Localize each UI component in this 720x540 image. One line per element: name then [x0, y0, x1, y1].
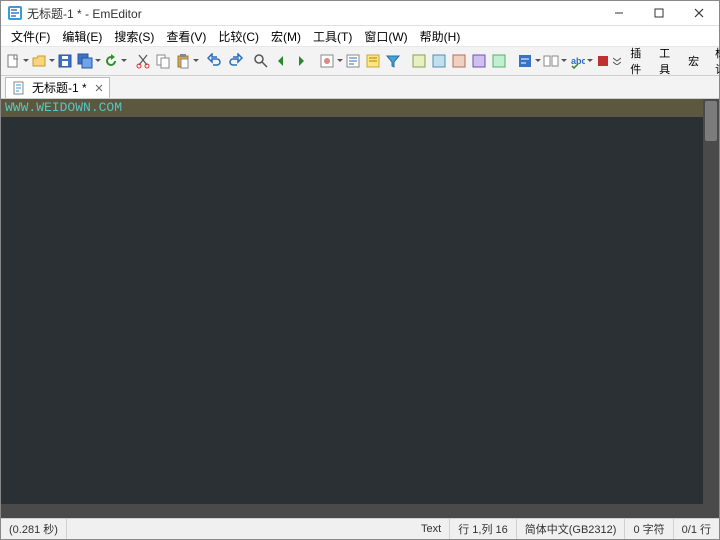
reload-dropdown[interactable] — [121, 59, 127, 63]
horizontal-scrollbar[interactable] — [1, 504, 719, 518]
status-time: (0.281 秒) — [1, 519, 67, 539]
paste-button[interactable] — [174, 49, 192, 73]
status-position[interactable]: 行 1,列 16 — [450, 519, 517, 539]
open-file-button[interactable] — [30, 49, 48, 73]
menu-macros[interactable]: 宏(M) — [265, 26, 307, 47]
highlight-button[interactable] — [364, 49, 382, 73]
back-button[interactable] — [272, 49, 290, 73]
wrap-dropdown[interactable] — [535, 59, 541, 63]
document-tab-label: 无标题-1 * — [32, 79, 87, 96]
editor-line-text: WWW.WEIDOWN.COM — [5, 100, 122, 115]
document-tab-bar: 无标题-1 * — [1, 76, 719, 99]
menu-search[interactable]: 搜索(S) — [108, 26, 160, 47]
config-dropdown[interactable] — [337, 59, 343, 63]
open-file-dropdown[interactable] — [49, 59, 55, 63]
markers-button[interactable]: 标记 — [708, 42, 720, 80]
plugins-button[interactable]: 插件 — [623, 42, 650, 80]
spell-dropdown[interactable] — [587, 59, 593, 63]
new-file-dropdown[interactable] — [23, 59, 29, 63]
new-file-button[interactable] — [4, 49, 22, 73]
macros-button[interactable]: 宏 — [681, 50, 706, 72]
config-button[interactable] — [318, 49, 336, 73]
document-icon — [12, 81, 26, 95]
status-lines: 0/1 行 — [674, 519, 719, 539]
menu-help[interactable]: 帮助(H) — [414, 26, 467, 47]
toolbar-overflow[interactable] — [613, 50, 621, 72]
menu-file[interactable]: 文件(F) — [5, 26, 56, 47]
window-title: 无标题-1 * - EmEditor — [27, 5, 142, 22]
find-button[interactable] — [252, 49, 270, 73]
vertical-scrollbar[interactable] — [703, 99, 719, 504]
menu-window[interactable]: 窗口(W) — [358, 26, 413, 47]
status-mode[interactable]: Text — [413, 519, 450, 539]
document-tab[interactable]: 无标题-1 * — [5, 77, 110, 98]
reload-button[interactable] — [102, 49, 120, 73]
save-button[interactable] — [56, 49, 74, 73]
editor-content[interactable]: WWW.WEIDOWN.COM — [1, 99, 703, 504]
main-toolbar: abc 插件 工具 宏 标记 — [1, 47, 719, 76]
tools-button[interactable]: 工具 — [652, 42, 679, 80]
tab-close-button[interactable] — [93, 82, 105, 94]
menu-edit[interactable]: 编辑(E) — [56, 26, 108, 47]
tb-btn-4[interactable] — [470, 49, 488, 73]
toolbar-right-group: 插件 工具 宏 标记 — [613, 42, 720, 80]
save-dropdown[interactable] — [95, 59, 101, 63]
status-chars: 0 字符 — [625, 519, 673, 539]
title-bar: 无标题-1 * - EmEditor — [1, 1, 719, 26]
wrap-button[interactable] — [516, 49, 534, 73]
undo-button[interactable] — [206, 49, 224, 73]
maximize-button[interactable] — [639, 1, 679, 25]
application-window: 无标题-1 * - EmEditor 文件(F) 编辑(E) 搜索(S) 查看(… — [0, 0, 720, 540]
popup-button[interactable] — [344, 49, 362, 73]
compare-dropdown[interactable] — [561, 59, 567, 63]
tb-btn-1[interactable] — [410, 49, 428, 73]
filter-button[interactable] — [384, 49, 402, 73]
minimize-button[interactable] — [599, 1, 639, 25]
editor-selection-line: WWW.WEIDOWN.COM — [1, 99, 703, 117]
paste-dropdown[interactable] — [193, 59, 199, 63]
save-all-button[interactable] — [76, 49, 94, 73]
tb-btn-5[interactable] — [490, 49, 508, 73]
redo-button[interactable] — [226, 49, 244, 73]
cut-button[interactable] — [134, 49, 152, 73]
menu-compare[interactable]: 比较(C) — [212, 26, 265, 47]
spell-button[interactable]: abc — [568, 49, 586, 73]
menu-view[interactable]: 查看(V) — [160, 26, 212, 47]
app-icon — [7, 5, 23, 21]
copy-button[interactable] — [154, 49, 172, 73]
compare-button[interactable] — [542, 49, 560, 73]
tb-btn-2[interactable] — [430, 49, 448, 73]
menu-tools[interactable]: 工具(T) — [307, 26, 358, 47]
vertical-scroll-thumb[interactable] — [705, 101, 717, 141]
menu-bar: 文件(F) 编辑(E) 搜索(S) 查看(V) 比较(C) 宏(M) 工具(T)… — [1, 26, 719, 47]
tb-btn-3[interactable] — [450, 49, 468, 73]
close-button[interactable] — [679, 1, 719, 25]
status-bar: (0.281 秒) Text 行 1,列 16 简体中文(GB2312) 0 字… — [1, 518, 719, 539]
editor-area: WWW.WEIDOWN.COM — [1, 99, 719, 504]
status-encoding[interactable]: 简体中文(GB2312) — [517, 519, 626, 539]
record-button[interactable] — [594, 49, 612, 73]
forward-button[interactable] — [292, 49, 310, 73]
